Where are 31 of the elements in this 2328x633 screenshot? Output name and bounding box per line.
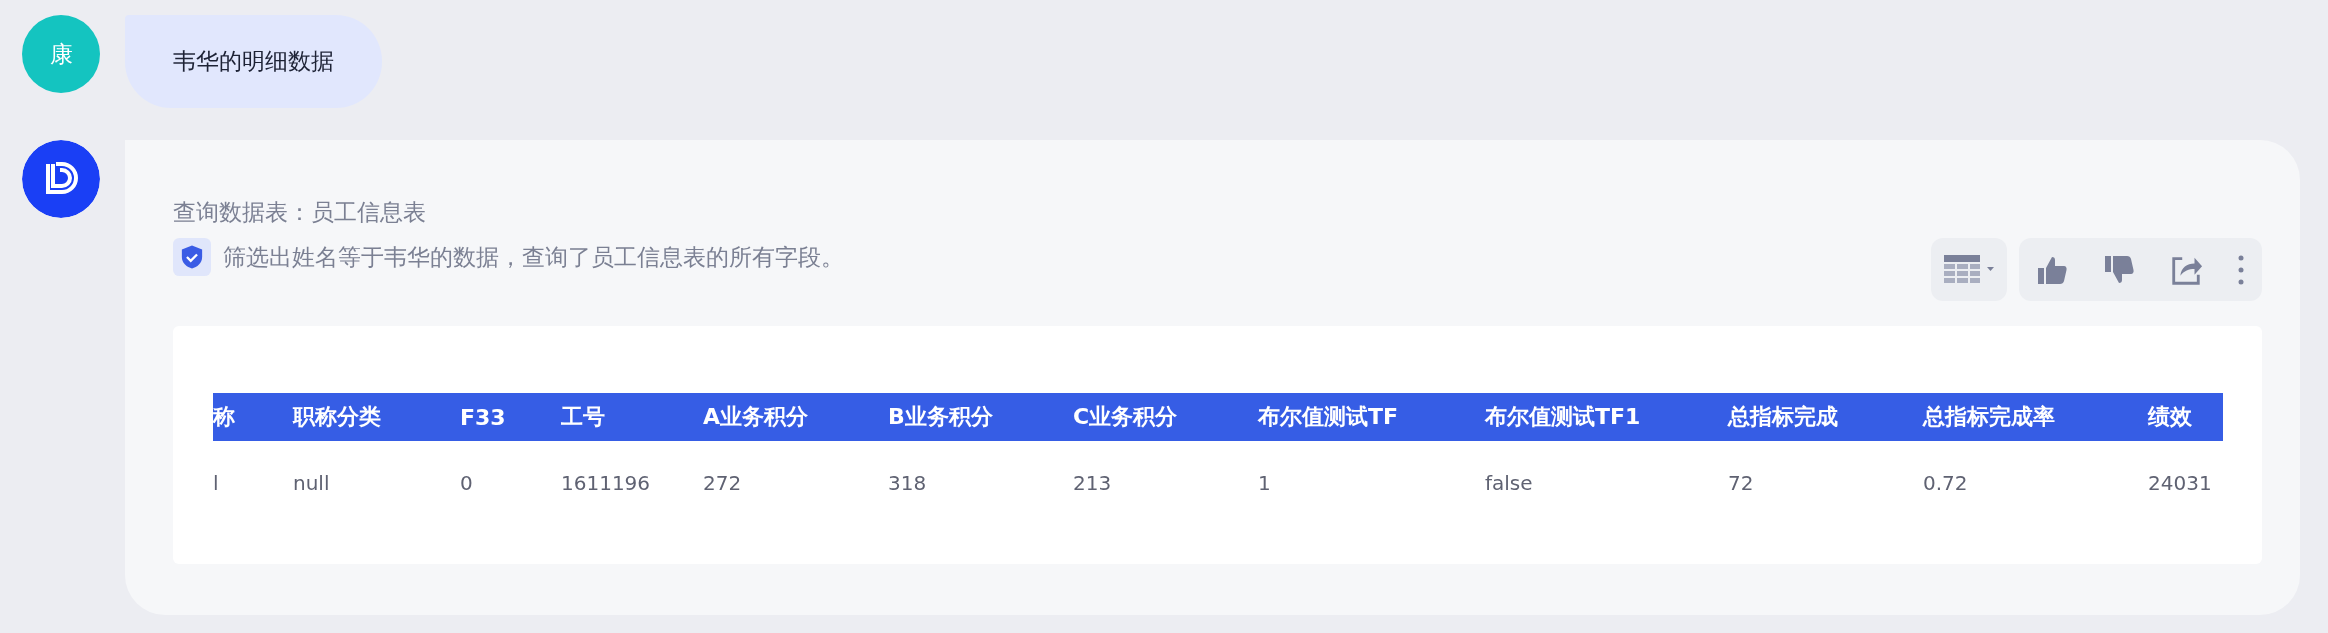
table-cell-text: null xyxy=(293,470,331,497)
column-header: 工号 xyxy=(561,403,606,431)
table-cell-text: 318 xyxy=(888,470,928,497)
table-cell-text: 0.72 xyxy=(1923,470,1969,497)
column-header: B业务积分 xyxy=(888,403,994,431)
logo-icon xyxy=(22,140,100,218)
column-header: 总指标完成 xyxy=(1728,403,1839,431)
column-header: 布尔值测试TF1 xyxy=(1485,403,1642,431)
column-header: 布尔值测试TF xyxy=(1258,403,1400,431)
user-avatar: 康 xyxy=(22,15,100,93)
table-cell-text: 24031 xyxy=(2148,470,2213,497)
table-cell-text: 1 xyxy=(1258,470,1272,497)
column-header: 总指标完成率 xyxy=(1923,403,2056,431)
table-cell-text: 72 xyxy=(1728,470,1755,497)
column-header: A业务积分 xyxy=(703,403,810,431)
table-cell-text: 213 xyxy=(1073,470,1113,497)
table-cell-text: 1611196 xyxy=(561,470,652,497)
table-view-button[interactable] xyxy=(1931,238,2007,301)
table-cell-text: 272 xyxy=(703,470,743,497)
column-header: 称 xyxy=(213,403,236,431)
user-message: 韦华的明细数据 xyxy=(125,15,382,108)
table-cell-text: 0 xyxy=(460,470,474,497)
shield-check-icon xyxy=(173,238,211,276)
column-header: 绩效 xyxy=(2148,403,2193,431)
column-header: F33 xyxy=(460,404,507,430)
table-cell-text: l xyxy=(213,470,220,497)
summary-text: 筛选出姓名等于韦华的数据，查询了员工信息表的所有字段。 xyxy=(223,242,844,272)
query-table-label: 查询数据表：员工信息表 xyxy=(173,198,427,227)
table-cell-text: false xyxy=(1485,470,1534,497)
column-header: 职称分类 xyxy=(293,403,382,431)
column-header: C业务积分 xyxy=(1073,403,1179,431)
